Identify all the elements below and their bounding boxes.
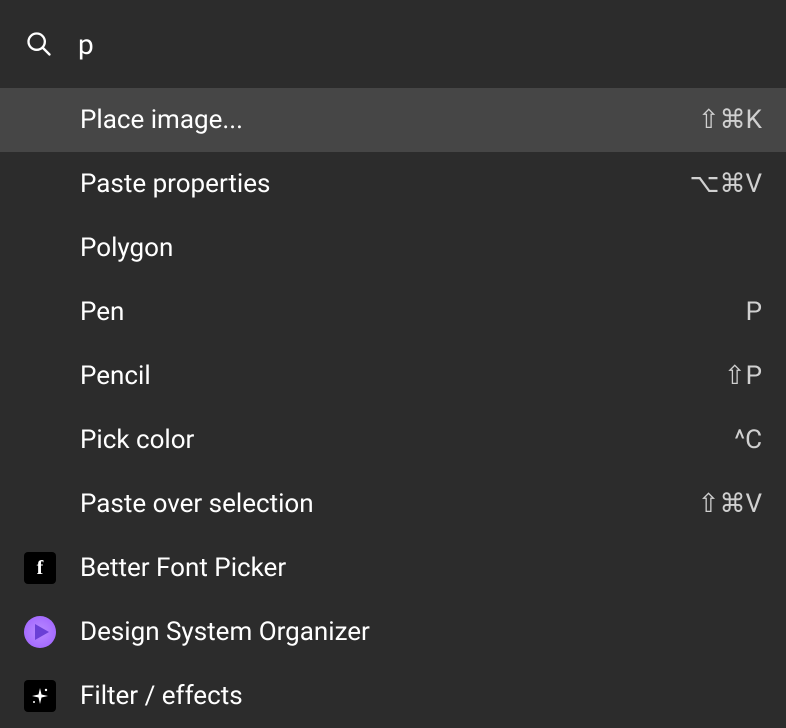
- result-item-place-image[interactable]: Place image... ⇧⌘K: [0, 88, 786, 152]
- item-label: Paste over selection: [80, 489, 674, 519]
- sparkle-icon: [24, 680, 56, 712]
- item-icon-slot: f: [24, 552, 56, 584]
- item-icon-slot: [24, 168, 56, 200]
- item-shortcut: ⌥⌘V: [689, 169, 762, 199]
- result-item-polygon[interactable]: Polygon: [0, 216, 786, 280]
- item-label: Place image...: [80, 105, 674, 135]
- result-item-pen[interactable]: Pen P: [0, 280, 786, 344]
- item-icon-slot: [24, 104, 56, 136]
- item-label: Design System Organizer: [80, 617, 762, 647]
- font-icon: f: [24, 552, 56, 584]
- result-item-better-font-picker[interactable]: f Better Font Picker: [0, 536, 786, 600]
- item-label: Pencil: [80, 361, 700, 391]
- result-item-filter-effects[interactable]: Filter / effects: [0, 664, 786, 728]
- item-label: Filter / effects: [80, 681, 762, 711]
- play-icon: [24, 616, 56, 648]
- item-icon-slot: [24, 616, 56, 648]
- item-icon-slot: [24, 232, 56, 264]
- item-icon-slot: [24, 488, 56, 520]
- item-icon-slot: [24, 424, 56, 456]
- search-input[interactable]: [78, 28, 762, 61]
- item-shortcut: ⇧⌘V: [698, 489, 762, 519]
- result-item-design-system-organizer[interactable]: Design System Organizer: [0, 600, 786, 664]
- result-item-pick-color[interactable]: Pick color ^C: [0, 408, 786, 472]
- search-icon: [24, 29, 54, 59]
- item-label: Pick color: [80, 425, 710, 455]
- item-shortcut: ⇧P: [724, 361, 762, 391]
- item-icon-slot: [24, 360, 56, 392]
- item-label: Better Font Picker: [80, 553, 762, 583]
- item-label: Paste properties: [80, 169, 665, 199]
- item-icon-slot: [24, 296, 56, 328]
- item-shortcut: ⇧⌘K: [698, 105, 762, 135]
- item-shortcut: P: [746, 297, 762, 327]
- item-label: Pen: [80, 297, 722, 327]
- result-item-paste-properties[interactable]: Paste properties ⌥⌘V: [0, 152, 786, 216]
- item-shortcut: ^C: [734, 425, 762, 455]
- item-icon-slot: [24, 680, 56, 712]
- item-label: Polygon: [80, 233, 762, 263]
- search-bar: [0, 0, 786, 88]
- result-item-pencil[interactable]: Pencil ⇧P: [0, 344, 786, 408]
- results-list: Place image... ⇧⌘K Paste properties ⌥⌘V Poly…: [0, 88, 786, 728]
- result-item-paste-over-selection[interactable]: Paste over selection ⇧⌘V: [0, 472, 786, 536]
